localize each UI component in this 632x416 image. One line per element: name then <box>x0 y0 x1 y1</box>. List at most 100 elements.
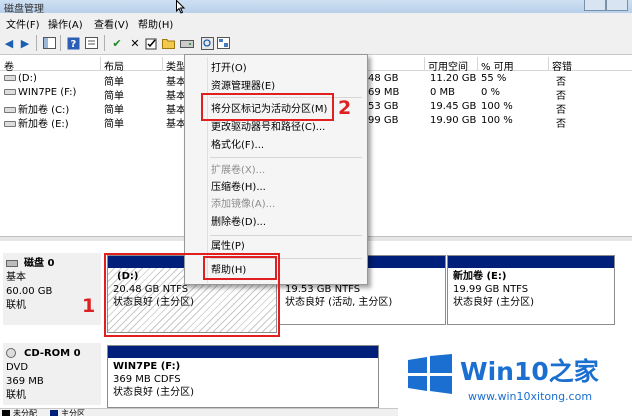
annotation-number-1: 1 <box>82 295 96 317</box>
toolbar-separator <box>60 35 61 51</box>
column-free-space[interactable]: 可用空间 <box>428 58 468 73</box>
volume-name: WIN7PE (F:) <box>18 87 77 98</box>
menu-gutter <box>207 57 208 283</box>
column-percent-free[interactable]: % 可用 <box>481 58 514 73</box>
volume-percent: 100 % <box>481 115 513 126</box>
column-fault-tolerance[interactable]: 容错 <box>552 58 572 73</box>
drive-icon[interactable] <box>180 36 194 50</box>
highlight-box-mark-active <box>201 93 334 121</box>
column-separator[interactable] <box>477 57 478 70</box>
menu-help[interactable]: 帮助(H) <box>138 16 173 31</box>
legend-primary: 主分区 <box>61 409 85 416</box>
highlight-box-help <box>203 256 277 280</box>
layout-icon[interactable] <box>216 36 230 50</box>
checkmark-doc-icon[interactable] <box>144 36 158 50</box>
legend-swatch-unallocated <box>2 410 10 416</box>
menu-view[interactable]: 查看(V) <box>94 16 129 31</box>
menu-open[interactable]: 打开(O) <box>211 60 247 77</box>
volume-free: 19.90 GB <box>430 115 477 126</box>
column-separator[interactable] <box>424 57 425 70</box>
disk-type: 基本 <box>6 272 26 283</box>
partition-f[interactable]: WIN7PE (F:) 369 MB CDFS 状态良好 (主分区) <box>107 345 379 408</box>
menu-separator <box>210 157 362 158</box>
console-tree-icon[interactable] <box>42 36 56 50</box>
toolbar-separator <box>36 35 37 51</box>
volume-fault: 否 <box>556 119 566 130</box>
drive-icon <box>4 107 16 113</box>
volume-percent: 55 % <box>481 73 507 84</box>
forward-arrow-icon[interactable]: ▶ <box>18 36 32 50</box>
volume-capacity: 48 GB <box>368 73 399 84</box>
cdrom-status: 联机 <box>6 390 26 401</box>
menu-file[interactable]: 文件(F) <box>6 16 40 31</box>
toolbar: ◀ ▶ ? ✔ ✕ <box>0 31 632 55</box>
volume-layout: 简单 <box>104 119 124 130</box>
partition-bar <box>108 346 378 358</box>
menu-change-letter[interactable]: 更改驱动器号和路径(C)... <box>211 119 325 136</box>
partition-name: 新加卷 (E:) <box>453 271 507 282</box>
cdrom-icon <box>6 348 16 358</box>
partition-bar <box>448 256 614 268</box>
check-icon[interactable]: ✔ <box>110 36 124 50</box>
volume-name: (D:) <box>18 73 37 84</box>
back-arrow-icon[interactable]: ◀ <box>2 36 16 50</box>
partition-size: 19.99 GB NTFS <box>453 284 529 295</box>
partition-size: 369 MB CDFS <box>113 374 181 385</box>
volume-capacity: 69 MB <box>368 87 400 98</box>
folder-open-icon[interactable] <box>162 36 176 50</box>
disk-icon <box>6 259 18 267</box>
volume-percent: 100 % <box>481 101 513 112</box>
annotation-number-2: 2 <box>338 97 352 119</box>
delete-x-icon[interactable]: ✕ <box>128 36 142 50</box>
cdrom-type: DVD <box>6 362 29 373</box>
column-layout[interactable]: 布局 <box>104 58 124 73</box>
legend-unallocated: 未分配 <box>13 409 37 416</box>
watermark: Win10之家 www.win10xitong.com <box>398 342 632 416</box>
volume-free: 0 MB <box>430 87 456 98</box>
column-separator[interactable] <box>548 57 549 70</box>
partition-status: 状态良好 (主分区) <box>113 387 194 398</box>
svg-text:?: ? <box>70 39 76 50</box>
mouse-cursor-icon <box>176 0 186 14</box>
cdrom-name: CD-ROM 0 <box>24 348 81 359</box>
menu-bar: 文件(F) 操作(A) 查看(V) 帮助(H) <box>0 13 632 31</box>
column-type[interactable]: 类型 <box>166 58 186 73</box>
windows-logo-icon <box>408 354 452 394</box>
context-menu: 打开(O) 资源管理器(E) 将分区标记为活动分区(M) 更改驱动器号和路径(C… <box>184 54 368 285</box>
volume-percent: 0 % <box>481 87 501 98</box>
partition-e[interactable]: 新加卷 (E:) 19.99 GB NTFS 状态良好 (主分区) <box>447 255 615 325</box>
partition-status: 状态良好 (活动, 主分区) <box>285 297 393 308</box>
column-separator[interactable] <box>100 57 101 70</box>
cdrom0-info[interactable]: CD-ROM 0 DVD 369 MB 联机 <box>3 343 101 405</box>
legend-swatch-primary <box>50 410 58 416</box>
volume-capacity: 99 GB <box>368 115 399 126</box>
title-bar: 磁盘管理 <box>0 0 632 15</box>
menu-separator <box>210 235 362 236</box>
help-icon[interactable]: ? <box>66 36 80 50</box>
close-button[interactable] <box>606 0 628 11</box>
drive-icon <box>4 89 16 95</box>
column-volume[interactable]: 卷 <box>4 58 14 73</box>
menu-shrink[interactable]: 压缩卷(H)... <box>211 179 266 196</box>
menu-delete[interactable]: 删除卷(D)... <box>211 214 266 231</box>
disk-name: 磁盘 0 <box>24 258 55 269</box>
volume-free: 19.45 GB <box>430 101 477 112</box>
volume-capacity: 53 GB <box>368 101 399 112</box>
column-separator[interactable] <box>162 57 163 70</box>
watermark-url: www.win10xitong.com <box>468 390 593 403</box>
menu-format[interactable]: 格式化(F)... <box>211 137 264 154</box>
partition-name: WIN7PE (F:) <box>113 361 181 372</box>
drive-icon <box>4 75 16 81</box>
menu-extend: 扩展卷(X)... <box>211 165 266 176</box>
volume-free: 11.20 GB <box>430 73 477 84</box>
volume-name: 新加卷 (E:) <box>18 119 69 130</box>
zoom-search-icon[interactable] <box>200 36 214 50</box>
menu-add-mirror: 添加镜像(A)... <box>211 199 276 210</box>
drive-icon <box>4 121 16 127</box>
partition-status: 状态良好 (主分区) <box>453 297 534 308</box>
menu-action[interactable]: 操作(A) <box>48 16 83 31</box>
toolbar-separator <box>104 35 105 51</box>
watermark-brand: Win10之家 <box>460 357 599 386</box>
maximize-button[interactable] <box>584 0 606 11</box>
properties-icon[interactable] <box>84 36 98 50</box>
